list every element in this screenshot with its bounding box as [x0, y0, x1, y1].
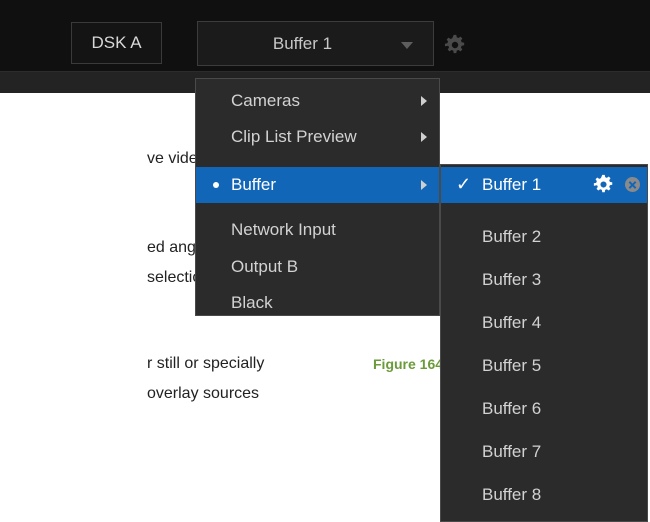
submenu-item-label: Buffer 6 — [482, 399, 542, 418]
menu-item-label: Output B — [231, 257, 299, 276]
menu-item-cameras[interactable]: Cameras — [196, 83, 439, 119]
submenu-item-label: Buffer 3 — [482, 270, 542, 289]
buffer-submenu: ✓ Buffer 1 Buffer 2 Buffer 3 Buffer 4 Bu… — [440, 164, 648, 522]
submenu-item-buffer-8[interactable]: Buffer 8 — [441, 477, 647, 513]
source-select-button[interactable]: Buffer 1 — [197, 21, 434, 66]
submenu-item-label: Buffer 5 — [482, 356, 542, 375]
menu-item-network-input[interactable]: Network Input — [196, 212, 439, 248]
menu-item-label: Clip List Preview — [231, 127, 357, 146]
submenu-item-label: Buffer 4 — [482, 313, 542, 332]
check-icon: ✓ — [456, 174, 472, 194]
dsk-a-label: DSK A — [91, 33, 142, 52]
submenu-item-label: Buffer 1 — [482, 175, 542, 194]
submenu-item-buffer-2[interactable]: Buffer 2 — [441, 219, 647, 255]
submenu-item-label: Buffer 7 — [482, 442, 542, 461]
bullet-icon — [213, 182, 219, 188]
gear-icon[interactable] — [444, 34, 466, 56]
submenu-item-buffer-3[interactable]: Buffer 3 — [441, 262, 647, 298]
menu-item-clip-list-preview[interactable]: Clip List Preview — [196, 119, 439, 155]
source-select-label: Buffer 1 — [272, 33, 333, 53]
dsk-a-button[interactable]: DSK A — [71, 22, 162, 64]
source-menu: Cameras Clip List Preview Buffer Network… — [195, 78, 440, 316]
menu-item-buffer[interactable]: Buffer — [196, 167, 439, 203]
menu-item-black[interactable]: Black — [196, 285, 439, 321]
caret-down-icon — [401, 42, 413, 49]
submenu-item-buffer-6[interactable]: Buffer 6 — [441, 391, 647, 427]
submenu-item-buffer-1[interactable]: ✓ Buffer 1 — [441, 167, 647, 203]
menu-item-label: Cameras — [231, 91, 300, 110]
submenu-arrow-icon — [421, 180, 427, 190]
submenu-arrow-icon — [421, 96, 427, 106]
figure-caption: Figure 164 — [373, 356, 444, 372]
menu-item-label: Buffer — [231, 175, 277, 194]
menu-item-label: Network Input — [231, 220, 336, 239]
close-icon[interactable] — [625, 177, 640, 192]
doc-line-5: overlay sources — [147, 385, 260, 402]
submenu-item-buffer-5[interactable]: Buffer 5 — [441, 348, 647, 384]
submenu-item-buffer-7[interactable]: Buffer 7 — [441, 434, 647, 470]
menu-item-output-b[interactable]: Output B — [196, 249, 439, 285]
submenu-item-buffer-4[interactable]: Buffer 4 — [441, 305, 647, 341]
submenu-item-label: Buffer 8 — [482, 485, 542, 504]
menu-item-label: Black — [231, 293, 273, 312]
submenu-item-label: Buffer 2 — [482, 227, 542, 246]
submenu-arrow-icon — [421, 132, 427, 142]
gear-icon[interactable] — [593, 174, 614, 195]
doc-line-4: r still or specially — [147, 355, 265, 372]
